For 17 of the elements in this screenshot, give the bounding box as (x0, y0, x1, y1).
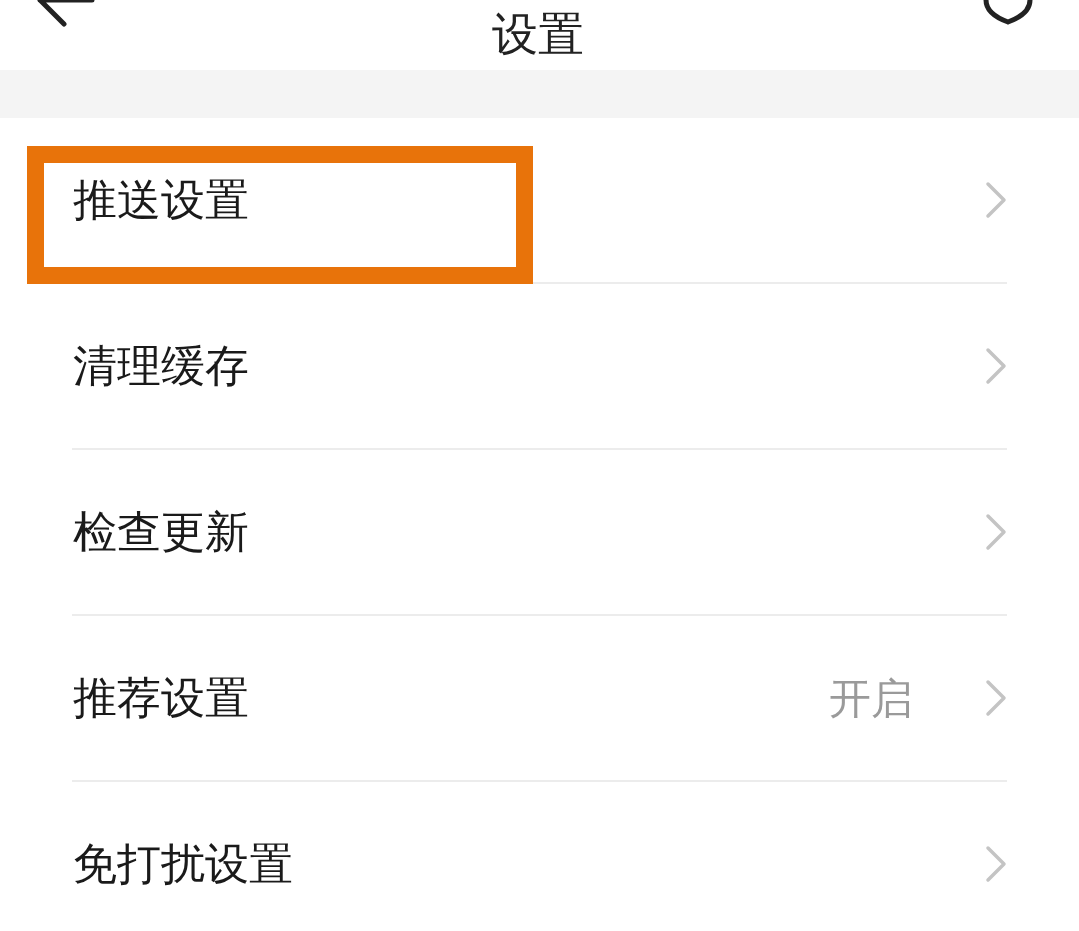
settings-row[interactable]: 推送设置 (0, 118, 1079, 282)
settings-row[interactable]: 免打扰设置 (0, 782, 1079, 931)
row-value: 开启 (829, 672, 913, 725)
row-label: 清理缓存 (73, 339, 249, 393)
settings-row[interactable]: 清理缓存 (0, 284, 1079, 448)
chevron-icon (985, 679, 1007, 717)
chevron-icon (985, 513, 1007, 551)
chevron-icon (985, 347, 1007, 385)
row-label: 检查更新 (73, 505, 249, 559)
row-label: 推荐设置 (73, 671, 249, 725)
settings-row[interactable]: 推荐设置 开启 (0, 616, 1079, 780)
row-label: 免打扰设置 (73, 837, 293, 891)
settings-row[interactable]: 检查更新 (0, 450, 1079, 614)
chevron-icon (985, 845, 1007, 883)
row-label: 推送设置 (73, 173, 249, 227)
page-title: 设置 (492, 6, 584, 62)
chevron-icon (985, 181, 1007, 219)
